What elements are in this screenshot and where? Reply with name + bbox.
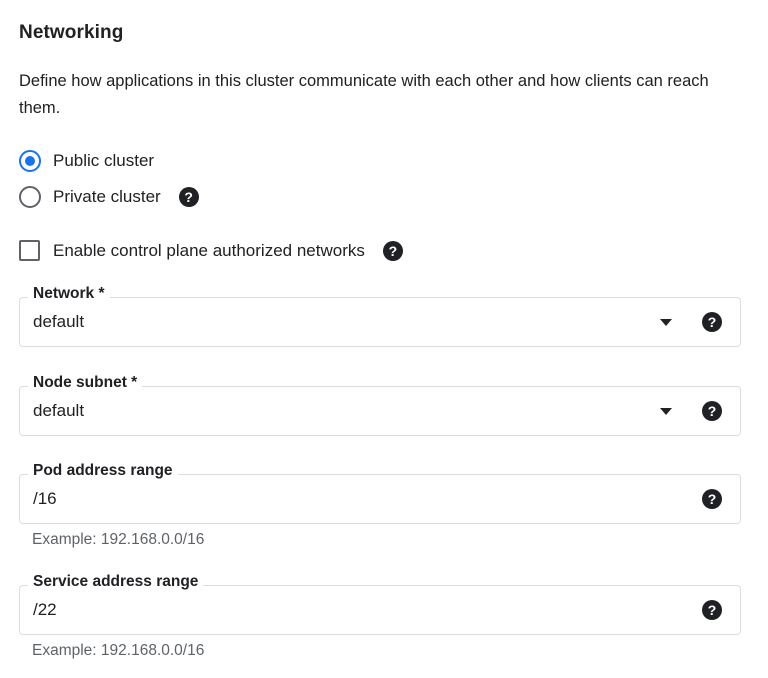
checkbox-unchecked-icon[interactable] [19, 240, 40, 261]
node-subnet-label: Node subnet * [28, 374, 143, 392]
radio-checked-icon[interactable] [19, 150, 41, 172]
dropdown-arrow-icon[interactable] [660, 408, 672, 415]
checkbox-authorized-networks-label: Enable control plane authorized networks [53, 240, 365, 260]
help-icon[interactable]: ? [702, 489, 722, 509]
radio-private-cluster-label: Private cluster [53, 187, 161, 206]
pod-address-range-label: Pod address range [28, 462, 178, 480]
node-subnet-value: default [33, 401, 85, 420]
radio-unchecked-icon[interactable] [19, 186, 41, 208]
help-icon[interactable]: ? [382, 240, 403, 261]
help-icon[interactable]: ? [702, 401, 722, 421]
help-icon[interactable]: ? [702, 600, 722, 620]
network-value: default [33, 312, 85, 331]
pod-address-range-input[interactable]: Pod address range /16 ? [19, 462, 741, 524]
help-icon[interactable]: ? [178, 187, 199, 207]
checkbox-authorized-networks[interactable]: Enable control plane authorized networks… [19, 240, 403, 261]
section-title: Networking [19, 22, 124, 43]
help-icon[interactable]: ? [702, 312, 722, 332]
networking-panel: Networking Define how applications in th… [0, 0, 768, 678]
node-subnet-select[interactable]: Node subnet * default ? [19, 374, 741, 436]
section-description: Define how applications in this cluster … [19, 72, 709, 117]
network-label: Network * [28, 285, 110, 303]
service-address-range-label: Service address range [28, 573, 204, 591]
service-address-range-input[interactable]: Service address range /22 ? [19, 573, 741, 635]
pod-address-range-hint: Example: 192.168.0.0/16 [32, 531, 205, 548]
network-select[interactable]: Network * default ? [19, 285, 741, 347]
radio-public-cluster[interactable]: Public cluster [19, 150, 154, 172]
dropdown-arrow-icon[interactable] [660, 319, 672, 326]
radio-public-cluster-label: Public cluster [53, 151, 155, 170]
service-address-range-hint: Example: 192.168.0.0/16 [32, 642, 205, 659]
pod-address-range-value[interactable]: /16 [33, 489, 57, 509]
radio-private-cluster[interactable]: Private cluster ? [19, 186, 199, 208]
service-address-range-value[interactable]: /22 [33, 600, 57, 620]
